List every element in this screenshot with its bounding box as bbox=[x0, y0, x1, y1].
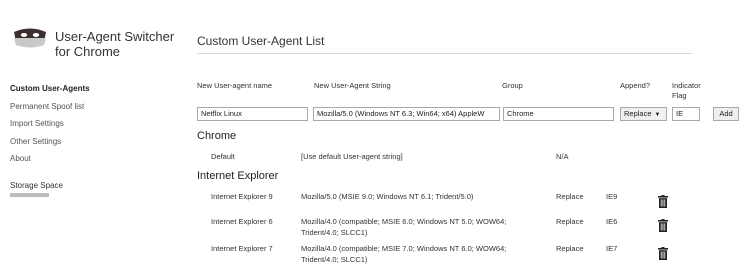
flag-input[interactable]: IE bbox=[672, 107, 700, 121]
chevron-down-icon: ▼ bbox=[654, 112, 661, 118]
user-agent-string-input[interactable]: Mozilla/5.0 (Windows NT 6.3; Win64; x64)… bbox=[313, 107, 500, 121]
row-flag: IE7 bbox=[606, 244, 618, 253]
row-name: Internet Explorer 9 bbox=[211, 192, 273, 201]
sidebar-item-import-settings[interactable]: Import Settings bbox=[10, 119, 170, 137]
column-header-group: Group bbox=[502, 81, 523, 90]
row-string: Mozilla/4.0 (compatible; MSIE 6.0; Windo… bbox=[301, 217, 507, 226]
title-divider bbox=[197, 53, 692, 54]
app-title: User-Agent Switcher for Chrome bbox=[55, 29, 175, 59]
row-append: Replace bbox=[556, 217, 584, 226]
sidebar-item-permanent-spoof-list[interactable]: Permanent Spoof list bbox=[10, 102, 170, 120]
column-header-flag: Indicator Flag bbox=[672, 81, 701, 100]
name-input[interactable]: Netflix Linux bbox=[197, 107, 308, 121]
column-header-string: New User-Agent String bbox=[314, 81, 391, 90]
group-heading-chrome: Chrome bbox=[197, 130, 237, 142]
column-header-name: New User-agent name bbox=[197, 81, 273, 90]
mask-logo-icon bbox=[12, 26, 48, 50]
storage-space-bar bbox=[10, 193, 49, 197]
group-input[interactable]: Chrome bbox=[503, 107, 614, 121]
trash-icon[interactable] bbox=[658, 247, 668, 260]
add-button[interactable]: Add bbox=[713, 107, 739, 121]
row-append: N/A bbox=[556, 152, 569, 161]
row-flag: IE9 bbox=[606, 192, 618, 201]
trash-icon[interactable] bbox=[658, 195, 668, 208]
sidebar-nav: Custom User-Agents Permanent Spoof list … bbox=[10, 84, 170, 172]
row-string-continued: Trident/4.0; SLCC1) bbox=[301, 255, 368, 264]
row-string: [Use default User-agent string] bbox=[301, 152, 403, 161]
group-heading-internet-explorer: Internet Explorer bbox=[197, 170, 279, 182]
sidebar-item-custom-user-agents[interactable]: Custom User-Agents bbox=[10, 84, 170, 102]
sidebar-item-about[interactable]: About bbox=[10, 154, 170, 172]
row-name: Default bbox=[211, 152, 235, 161]
row-string-continued: Trident/4.0; SLCC1) bbox=[301, 228, 368, 237]
append-select-value: Replace bbox=[624, 109, 652, 118]
row-string: Mozilla/4.0 (compatible; MSIE 7.0; Windo… bbox=[301, 244, 507, 253]
storage-space-label: Storage Space bbox=[10, 181, 63, 190]
row-name: Internet Explorer 6 bbox=[211, 217, 273, 226]
page-title: Custom User-Agent List bbox=[197, 34, 325, 48]
row-append: Replace bbox=[556, 244, 584, 253]
trash-icon[interactable] bbox=[658, 219, 668, 232]
column-header-append: Append? bbox=[620, 81, 651, 90]
sidebar-item-other-settings[interactable]: Other Settings bbox=[10, 137, 170, 155]
row-flag: IE6 bbox=[606, 217, 618, 226]
row-name: Internet Explorer 7 bbox=[211, 244, 273, 253]
append-select[interactable]: Replace ▼ bbox=[620, 107, 667, 121]
row-append: Replace bbox=[556, 192, 584, 201]
row-string: Mozilla/5.0 (MSIE 9.0; Windows NT 6.1; T… bbox=[301, 192, 474, 201]
